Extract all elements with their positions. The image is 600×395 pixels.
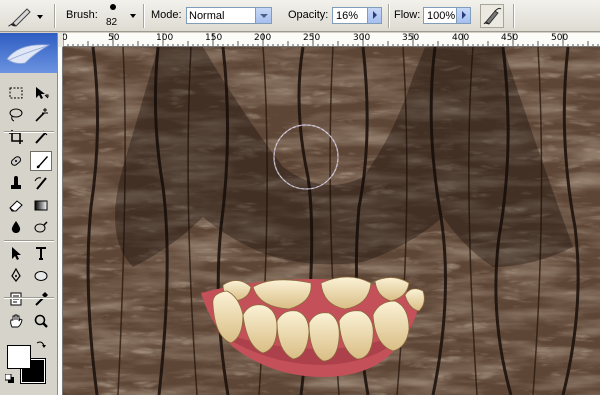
magic-wand-icon <box>35 108 48 122</box>
clone-stamp-icon <box>11 176 21 189</box>
marquee-tool[interactable] <box>5 83 27 103</box>
horizontal-ruler[interactable]: 0 50 100 150 200 250 300 350 400 450 500 <box>63 33 600 47</box>
arrow-right-icon[interactable] <box>456 8 470 23</box>
toolbox-header[interactable] <box>0 33 57 73</box>
arrow-right-icon[interactable] <box>367 8 381 23</box>
ruler-label: 450 <box>501 33 519 43</box>
brush-preset-icon <box>8 8 43 27</box>
opacity-field[interactable]: 16% <box>332 7 382 24</box>
flow-value: 100% <box>427 10 456 22</box>
shape-icon <box>34 271 48 281</box>
mode-select[interactable]: Normal <box>186 7 272 24</box>
crop-tool[interactable] <box>5 127 27 147</box>
eyedropper-tool[interactable] <box>30 289 52 309</box>
dodge-icon <box>34 221 48 233</box>
mode-value: Normal <box>189 10 225 22</box>
ruler-label: 500 <box>551 33 569 43</box>
tool-preset-picker[interactable] <box>3 3 47 29</box>
ruler-label: 150 <box>205 33 223 43</box>
feather-logo-icon <box>6 44 51 64</box>
shape-tool[interactable] <box>30 265 52 285</box>
airbrush-icon <box>483 7 502 25</box>
bark-image <box>63 47 600 395</box>
foreground-color-swatch[interactable] <box>7 345 31 369</box>
eyedropper-icon <box>35 292 48 306</box>
ruler-label: 400 <box>452 33 470 43</box>
marquee-icon <box>9 87 23 99</box>
separator <box>143 4 145 28</box>
toolbox <box>0 33 58 395</box>
mode-label: Mode: <box>151 9 182 21</box>
notes-tool[interactable] <box>5 289 27 309</box>
magic-wand-tool[interactable] <box>30 105 52 125</box>
lasso-tool[interactable] <box>5 105 27 125</box>
opacity-value: 16% <box>336 10 359 22</box>
swap-colors-icon[interactable] <box>36 340 46 350</box>
separator <box>54 4 56 28</box>
opacity-label: Opacity: <box>288 9 329 21</box>
move-tool[interactable] <box>30 83 52 103</box>
ruler-label: 50 <box>108 33 120 43</box>
brush-size: 82 <box>106 17 118 28</box>
ruler-label: 200 <box>254 33 272 43</box>
chevron-down-icon <box>255 8 271 23</box>
brush-tool[interactable] <box>30 151 52 171</box>
toolbox-divider <box>4 240 54 242</box>
slice-tool[interactable] <box>30 127 52 147</box>
eraser-icon <box>9 200 23 212</box>
move-icon <box>36 87 49 99</box>
pen-tool[interactable] <box>5 265 27 285</box>
toolbox-divider <box>4 297 54 299</box>
zoom-icon <box>34 314 48 328</box>
type-icon <box>36 247 46 260</box>
toolbox-divider <box>4 131 54 133</box>
document-canvas[interactable] <box>63 47 600 395</box>
airbrush-toggle[interactable] <box>480 4 504 28</box>
healing-brush-icon <box>10 156 22 166</box>
blur-tool[interactable] <box>5 217 27 237</box>
options-bar: Brush: 82 Mode: Normal Opacity: 16% Flow… <box>0 0 600 32</box>
ruler-label: 250 <box>303 33 321 43</box>
separator <box>513 4 515 28</box>
brush-icon <box>36 156 48 169</box>
hand-icon <box>10 314 23 328</box>
type-tool[interactable] <box>30 243 52 263</box>
zoom-tool[interactable] <box>30 311 52 331</box>
history-brush-icon <box>34 177 47 190</box>
brush-label: Brush: <box>66 9 98 21</box>
dodge-tool[interactable] <box>30 217 52 237</box>
ruler-label: 100 <box>156 33 174 43</box>
blur-icon <box>11 221 21 233</box>
brush-tip-preview <box>110 4 116 10</box>
path-selection-tool[interactable] <box>5 243 27 263</box>
ruler-label: 350 <box>402 33 420 43</box>
eraser-tool[interactable] <box>5 195 27 215</box>
ruler-ticks <box>63 33 599 46</box>
flow-label: Flow: <box>394 9 421 21</box>
hand-tool[interactable] <box>5 311 27 331</box>
lasso-icon <box>9 108 23 122</box>
ruler-label: 0 <box>63 33 68 43</box>
notes-icon <box>10 292 22 306</box>
chevron-down-icon <box>130 14 136 18</box>
clone-stamp-tool[interactable] <box>5 173 27 193</box>
history-brush-tool[interactable] <box>30 173 52 193</box>
ruler-label: 300 <box>353 33 371 43</box>
path-selection-icon <box>12 247 21 260</box>
flow-field[interactable]: 100% <box>423 7 471 24</box>
pen-icon <box>11 267 21 282</box>
healing-brush-tool[interactable] <box>5 151 27 171</box>
gradient-icon <box>34 200 48 211</box>
default-colors-icon[interactable] <box>5 374 15 384</box>
gradient-tool[interactable] <box>30 195 52 215</box>
separator <box>388 4 390 28</box>
